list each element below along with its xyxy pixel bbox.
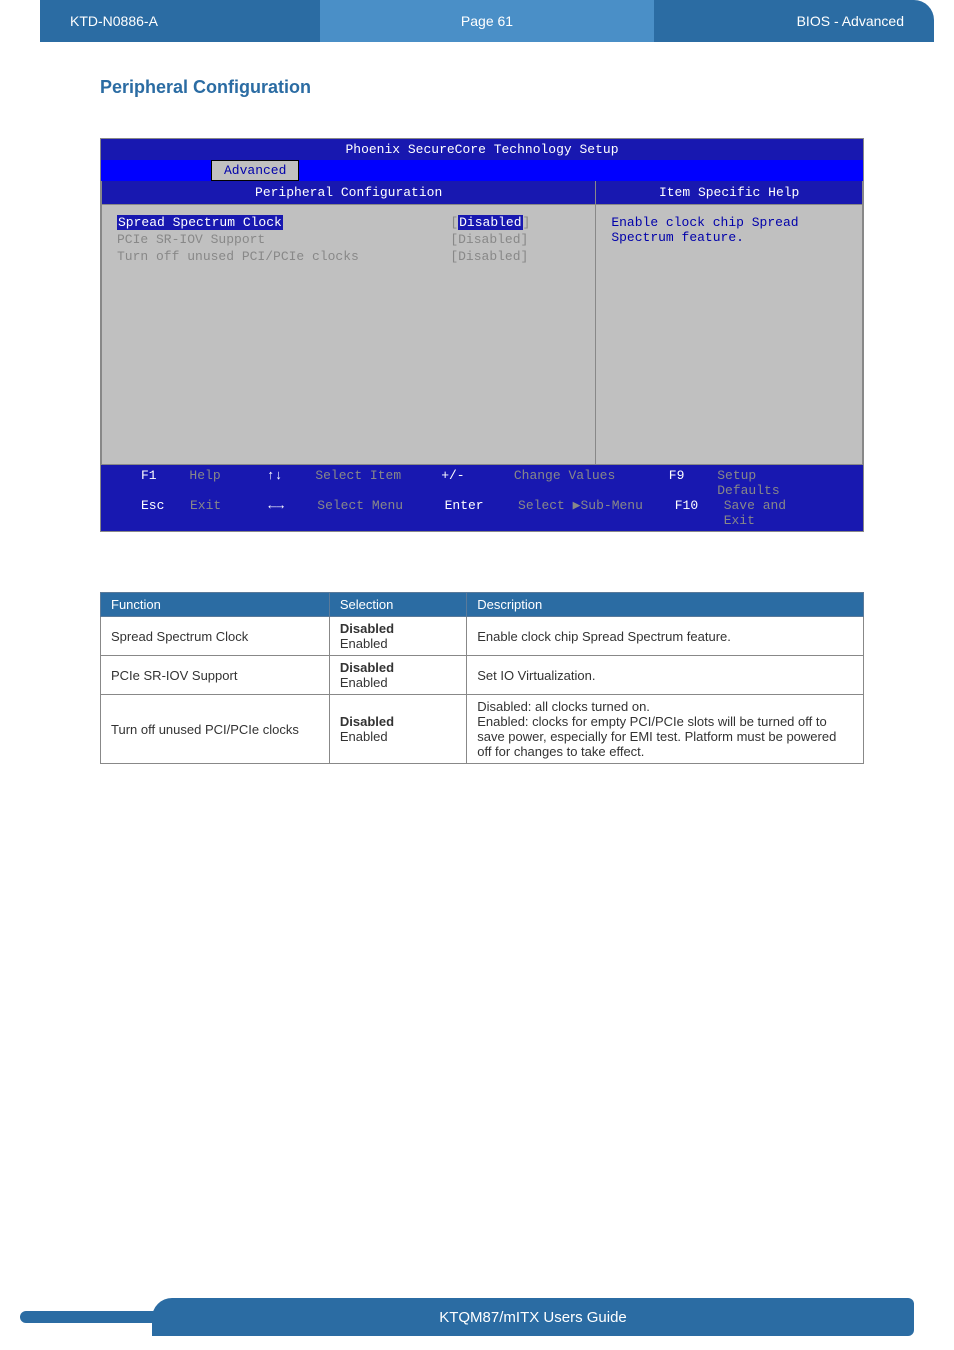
table-row: Spread Spectrum Clock DisabledEnabled En…	[101, 617, 864, 656]
doc-id: KTD-N0886-A	[40, 0, 320, 42]
legend-key: Enter	[445, 498, 518, 528]
col-description: Description	[467, 593, 864, 617]
bios-tab-bar: Advanced	[101, 160, 863, 181]
legend-key: F1	[141, 468, 189, 498]
legend-action: Help	[189, 468, 266, 498]
cell-description: Enable clock chip Spread Spectrum featur…	[467, 617, 864, 656]
parameter-table: Function Selection Description Spread Sp…	[100, 592, 864, 764]
col-function: Function	[101, 593, 330, 617]
footer-decoration	[20, 1311, 160, 1323]
bios-help-title: Item Specific Help	[596, 181, 863, 205]
bios-key-legend: F1 Help ↑↓ Select Item +/- Change Values…	[101, 465, 863, 531]
page-header: KTD-N0886-A Page 61 BIOS - Advanced	[0, 0, 954, 42]
cell-selection: DisabledEnabled	[329, 656, 466, 695]
col-selection: Selection	[329, 593, 466, 617]
bios-row-spread-spectrum: Spread Spectrum Clock [Disabled]	[117, 215, 580, 230]
table-row: PCIe SR-IOV Support DisabledEnabled Set …	[101, 656, 864, 695]
table-row: Turn off unused PCI/PCIe clocks Disabled…	[101, 695, 864, 764]
bios-label: Turn off unused PCI/PCIe clocks	[117, 249, 450, 264]
legend-action: Select Menu	[317, 498, 444, 528]
legend-key: +/-	[441, 468, 514, 498]
legend-key: F9	[669, 468, 717, 498]
bios-label: Spread Spectrum Clock	[117, 215, 283, 230]
legend-key: ←→	[268, 498, 317, 528]
cell-selection: DisabledEnabled	[329, 695, 466, 764]
legend-action: Change Values	[514, 468, 669, 498]
legend-key: Esc	[141, 498, 190, 528]
legend-action: Select ▶Sub-Menu	[518, 498, 675, 528]
bios-screenshot: Phoenix SecureCore Technology Setup Adva…	[100, 138, 864, 532]
page-footer: KTQM87/mITX Users Guide	[20, 1298, 914, 1336]
cell-function: Turn off unused PCI/PCIe clocks	[101, 695, 330, 764]
bios-value: [Disabled]	[450, 249, 580, 264]
legend-key: ↑↓	[267, 468, 315, 498]
bios-value-selected: Disabled	[458, 215, 522, 230]
cell-function: PCIe SR-IOV Support	[101, 656, 330, 695]
cell-description: Disabled: all clocks turned on. Enabled:…	[467, 695, 864, 764]
legend-action: Setup Defaults	[717, 468, 823, 498]
bios-tab-advanced: Advanced	[211, 160, 299, 181]
cell-description: Set IO Virtualization.	[467, 656, 864, 695]
bios-title: Phoenix SecureCore Technology Setup	[101, 139, 863, 160]
bios-row-turnoff-clocks: Turn off unused PCI/PCIe clocks [Disable…	[117, 249, 580, 264]
legend-key: F10	[675, 498, 724, 528]
bios-help-text: Enable clock chip Spread Spectrum featur…	[596, 205, 863, 465]
section-title: Peripheral Configuration	[100, 77, 864, 98]
legend-action: Exit	[190, 498, 268, 528]
footer-title: KTQM87/mITX Users Guide	[152, 1298, 914, 1336]
legend-action: Select Item	[315, 468, 441, 498]
page-number: Page 61	[320, 0, 654, 42]
bios-label: PCIe SR-IOV Support	[117, 232, 450, 247]
legend-action: Save and Exit	[724, 498, 823, 528]
bios-value: [Disabled]	[450, 232, 580, 247]
table-header-row: Function Selection Description	[101, 593, 864, 617]
cell-selection: DisabledEnabled	[329, 617, 466, 656]
section-label: BIOS - Advanced	[654, 0, 934, 42]
bios-row-sriov: PCIe SR-IOV Support [Disabled]	[117, 232, 580, 247]
bios-panel-title: Peripheral Configuration	[101, 181, 596, 205]
cell-function: Spread Spectrum Clock	[101, 617, 330, 656]
bios-settings-list: Spread Spectrum Clock [Disabled] PCIe SR…	[101, 205, 596, 465]
